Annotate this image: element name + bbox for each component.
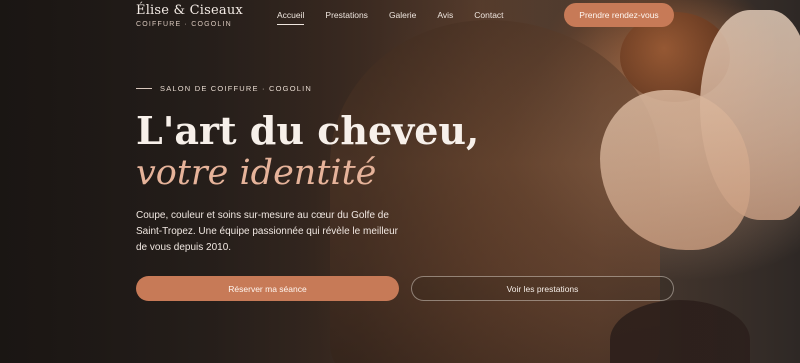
hero-title: L'art du cheveu, xyxy=(136,108,480,153)
nav-item-contact[interactable]: Contact xyxy=(474,10,503,25)
hero-eyebrow: SALON DE COIFFURE · COGOLIN xyxy=(136,84,312,93)
nav-item-avis[interactable]: Avis xyxy=(437,10,453,25)
hero-section: Élise & Ciseaux COIFFURE · COGOLIN Accue… xyxy=(0,0,800,363)
book-appointment-button[interactable]: Prendre rendez-vous xyxy=(564,3,674,27)
brand-logo[interactable]: Élise & Ciseaux COIFFURE · COGOLIN xyxy=(136,3,243,28)
nav-item-accueil[interactable]: Accueil xyxy=(277,10,305,25)
hero-content: Élise & Ciseaux COIFFURE · COGOLIN Accue… xyxy=(0,0,800,363)
reserve-session-button[interactable]: Réserver ma séance xyxy=(136,276,399,301)
brand-name: Élise & Ciseaux xyxy=(136,3,243,18)
brand-tagline: COIFFURE · COGOLIN xyxy=(136,21,232,28)
eyebrow-text: SALON DE COIFFURE · COGOLIN xyxy=(160,84,312,93)
main-nav: Accueil Prestations Galerie Avis Contact xyxy=(277,10,504,25)
nav-item-prestations[interactable]: Prestations xyxy=(325,10,368,25)
hero-description: Coupe, couleur et soins sur-mesure au cœ… xyxy=(136,210,399,253)
hero-title-accent: votre identité xyxy=(136,153,377,193)
eyebrow-divider xyxy=(136,88,152,89)
nav-item-galerie[interactable]: Galerie xyxy=(389,10,416,25)
view-services-button[interactable]: Voir les prestations xyxy=(411,276,674,301)
